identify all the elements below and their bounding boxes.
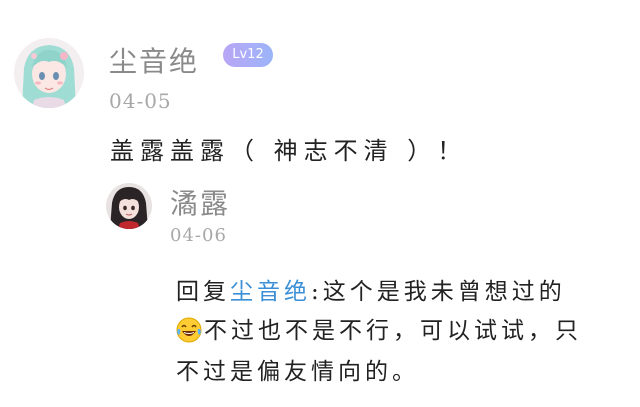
avatar[interactable] xyxy=(14,38,84,108)
avatar-anime-girl-image xyxy=(14,38,84,108)
level-badge: Lv12 xyxy=(223,43,273,67)
reply-line-2: 不过也不是不行，可以试试，只 xyxy=(176,311,631,345)
reply-line-1: 回复尘音绝:这个是我未曾想过的 xyxy=(176,272,631,306)
reply-username[interactable]: 潏露 xyxy=(170,182,230,222)
comment-text: 盖露盖露（ 神志不清 ）！ xyxy=(110,137,468,165)
reply-date: 04-06 xyxy=(170,225,227,246)
comment-date: 04-05 xyxy=(109,89,172,113)
reply-text-line-3: 不过是偏友情向的。 xyxy=(176,359,419,385)
comment-username[interactable]: 尘音绝 xyxy=(109,40,199,80)
laughing-tears-icon xyxy=(176,317,202,343)
avatar-dark-hair-girl-image xyxy=(106,183,152,229)
reply-prefix: 回复 xyxy=(176,279,230,305)
mention-link[interactable]: 尘音绝 xyxy=(230,279,311,305)
reply-text-line-2: 不过也不是不行，可以试试，只 xyxy=(204,318,582,344)
reply-avatar[interactable] xyxy=(106,183,152,229)
reply-text-line-1: :这个是我未曾想过的 xyxy=(311,279,566,305)
